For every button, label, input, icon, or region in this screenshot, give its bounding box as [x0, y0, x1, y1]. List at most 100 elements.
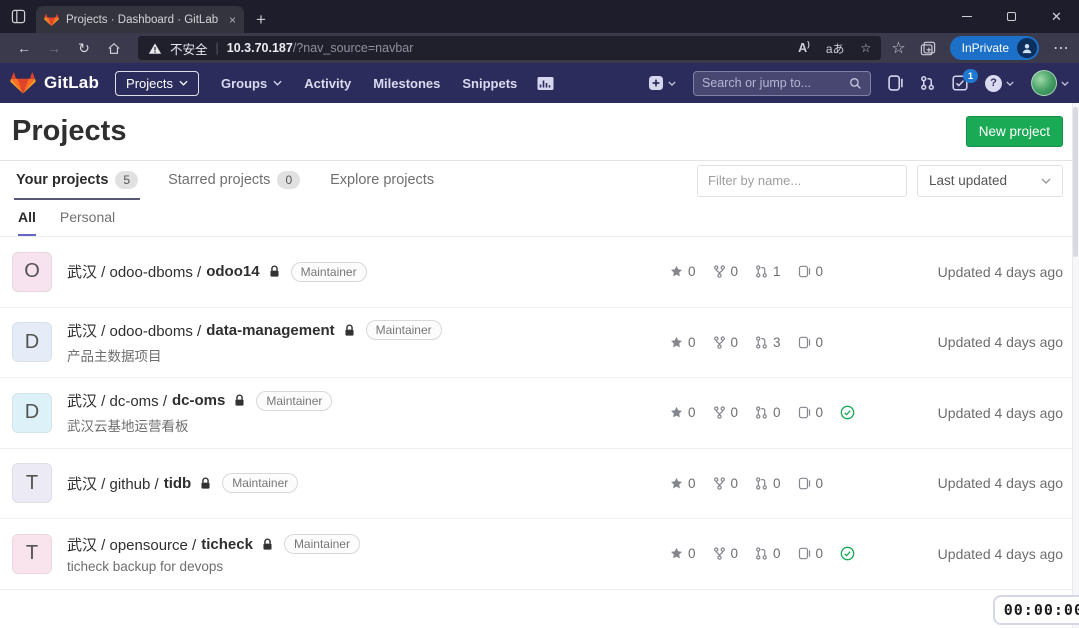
issue-count[interactable]: 0 — [798, 264, 824, 279]
star-count[interactable]: 0 — [670, 335, 696, 350]
project-row[interactable]: D 武汉 / dc-oms / dc-oms Maintainer 武汉云基地运… — [0, 378, 1079, 449]
project-name[interactable]: ticheck — [201, 536, 253, 553]
nav-item-milestones[interactable]: Milestones — [373, 76, 440, 91]
project-row[interactable]: T 武汉 / github / tidb Maintainer 0 0 — [0, 449, 1079, 520]
project-name[interactable]: tidb — [164, 475, 192, 492]
project-avatar[interactable]: D — [12, 322, 52, 362]
project-namespace[interactable]: 武汉 / github / — [67, 473, 159, 494]
user-menu-button[interactable] — [1031, 70, 1069, 96]
fork-count[interactable]: 0 — [713, 546, 739, 561]
merge-request-count[interactable]: 1 — [755, 264, 781, 279]
merge-request-count[interactable]: 0 — [755, 546, 781, 561]
fork-count[interactable]: 0 — [713, 335, 739, 350]
close-window-button[interactable]: ✕ — [1034, 0, 1079, 33]
star-count[interactable]: 0 — [670, 264, 696, 279]
new-project-button[interactable]: New project — [966, 116, 1063, 147]
url-text[interactable]: 10.3.70.187/?nav_source=navbar — [227, 41, 414, 55]
help-menu-button[interactable]: ? — [985, 75, 1014, 92]
issue-count[interactable]: 0 — [798, 476, 824, 491]
translate-icon[interactable]: aあ — [826, 40, 845, 57]
favorites-bar-icon[interactable]: ☆ — [891, 38, 905, 58]
merge-request-icon — [755, 336, 768, 349]
address-bar[interactable]: 不安全 | 10.3.70.187/?nav_source=navbar A) … — [138, 36, 881, 60]
tab-actions-button[interactable] — [0, 0, 36, 33]
back-button[interactable]: ← — [10, 35, 38, 61]
subtab-personal[interactable]: Personal — [60, 200, 115, 236]
project-row[interactable]: T 武汉 / opensource / ticheck Maintainer t… — [0, 519, 1079, 590]
toolbar-right: ☆ InPrivate ⋯ — [891, 36, 1069, 60]
refresh-button[interactable]: ↻ — [70, 35, 98, 61]
page-scrollbar[interactable] — [1072, 103, 1079, 628]
star-count[interactable]: 0 — [670, 476, 696, 491]
global-search[interactable] — [693, 71, 871, 96]
issue-count[interactable]: 0 — [798, 405, 824, 420]
project-title[interactable]: 武汉 / github / tidb Maintainer — [67, 473, 670, 494]
merge-request-count[interactable]: 0 — [755, 476, 781, 491]
project-title[interactable]: 武汉 / odoo-dboms / data-management Mainta… — [67, 320, 670, 341]
star-count[interactable]: 0 — [670, 405, 696, 420]
collections-icon[interactable] — [920, 41, 936, 56]
star-count[interactable]: 0 — [670, 546, 696, 561]
project-avatar[interactable]: T — [12, 463, 52, 503]
project-avatar[interactable]: T — [12, 534, 52, 574]
project-namespace[interactable]: 武汉 / odoo-dboms / — [67, 261, 201, 282]
project-row[interactable]: O 武汉 / odoo-dboms / odoo14 Maintainer 0 … — [0, 237, 1079, 308]
avatar-initial: D — [25, 401, 39, 424]
project-title[interactable]: 武汉 / opensource / ticheck Maintainer — [67, 534, 670, 555]
nav-item-snippets[interactable]: Snippets — [462, 76, 517, 91]
project-namespace[interactable]: 武汉 / odoo-dboms / — [67, 320, 201, 341]
forward-button[interactable]: → — [40, 35, 68, 61]
read-aloud-icon[interactable]: A) — [798, 40, 810, 55]
merge-requests-icon[interactable] — [920, 75, 935, 91]
search-input[interactable] — [702, 76, 849, 90]
issues-icon[interactable] — [888, 75, 903, 91]
tab-your-projects[interactable]: Your projects 5 — [14, 161, 140, 200]
analytics-chart-icon[interactable] — [537, 76, 554, 91]
nav-item-groups[interactable]: Groups — [221, 76, 282, 91]
fork-count[interactable]: 0 — [713, 476, 739, 491]
projects-tabs-row: Your projects 5 Starred projects 0 Explo… — [0, 160, 1079, 200]
inprivate-badge[interactable]: InPrivate — [950, 36, 1039, 60]
tab-starred-projects[interactable]: Starred projects 0 — [166, 161, 302, 200]
minimize-button[interactable] — [944, 0, 989, 33]
project-name[interactable]: odoo14 — [206, 263, 259, 280]
todos-button[interactable]: 1 — [952, 75, 968, 91]
project-description: 产品主数据项目 — [67, 345, 670, 365]
home-button[interactable] — [100, 35, 128, 61]
maximize-button[interactable] — [989, 0, 1034, 33]
browser-tab[interactable]: Projects · Dashboard · GitLab × — [36, 6, 244, 33]
project-name[interactable]: data-management — [206, 322, 334, 339]
private-lock-icon — [234, 394, 245, 407]
issue-count[interactable]: 0 — [798, 546, 824, 561]
avatar-initial: D — [25, 331, 39, 354]
tab-label: Explore projects — [330, 172, 434, 188]
project-namespace[interactable]: 武汉 / opensource / — [67, 534, 196, 555]
add-favorite-icon[interactable]: ☆ — [861, 41, 872, 55]
project-namespace[interactable]: 武汉 / dc-oms / — [67, 390, 167, 411]
nav-item-projects[interactable]: Projects — [115, 71, 199, 96]
tab-explore-projects[interactable]: Explore projects — [328, 161, 436, 200]
project-name[interactable]: dc-oms — [172, 392, 225, 409]
merge-request-count[interactable]: 0 — [755, 405, 781, 420]
project-title[interactable]: 武汉 / odoo-dboms / odoo14 Maintainer — [67, 261, 670, 282]
filter-by-name-input[interactable] — [697, 165, 907, 197]
project-avatar[interactable]: D — [12, 393, 52, 433]
scrollbar-thumb[interactable] — [1073, 107, 1078, 257]
tab-close-icon[interactable]: × — [229, 13, 236, 27]
new-menu-button[interactable] — [648, 75, 676, 91]
project-row[interactable]: D 武汉 / odoo-dboms / data-management Main… — [0, 308, 1079, 379]
browser-menu-icon[interactable]: ⋯ — [1053, 38, 1069, 58]
new-tab-button[interactable]: + — [256, 11, 266, 28]
not-secure-label[interactable]: 不安全 — [170, 39, 208, 58]
sort-dropdown[interactable]: Last updated — [917, 165, 1063, 197]
project-title[interactable]: 武汉 / dc-oms / dc-oms Maintainer — [67, 390, 670, 411]
issue-count[interactable]: 0 — [798, 335, 824, 350]
fork-count[interactable]: 0 — [713, 405, 739, 420]
project-stats: 0 0 0 0 — [670, 546, 848, 561]
subtab-all[interactable]: All — [18, 200, 36, 236]
fork-count[interactable]: 0 — [713, 264, 739, 279]
gitlab-logo[interactable]: GitLab — [10, 71, 99, 95]
merge-request-count[interactable]: 3 — [755, 335, 781, 350]
nav-item-activity[interactable]: Activity — [304, 76, 351, 91]
project-avatar[interactable]: O — [12, 252, 52, 292]
